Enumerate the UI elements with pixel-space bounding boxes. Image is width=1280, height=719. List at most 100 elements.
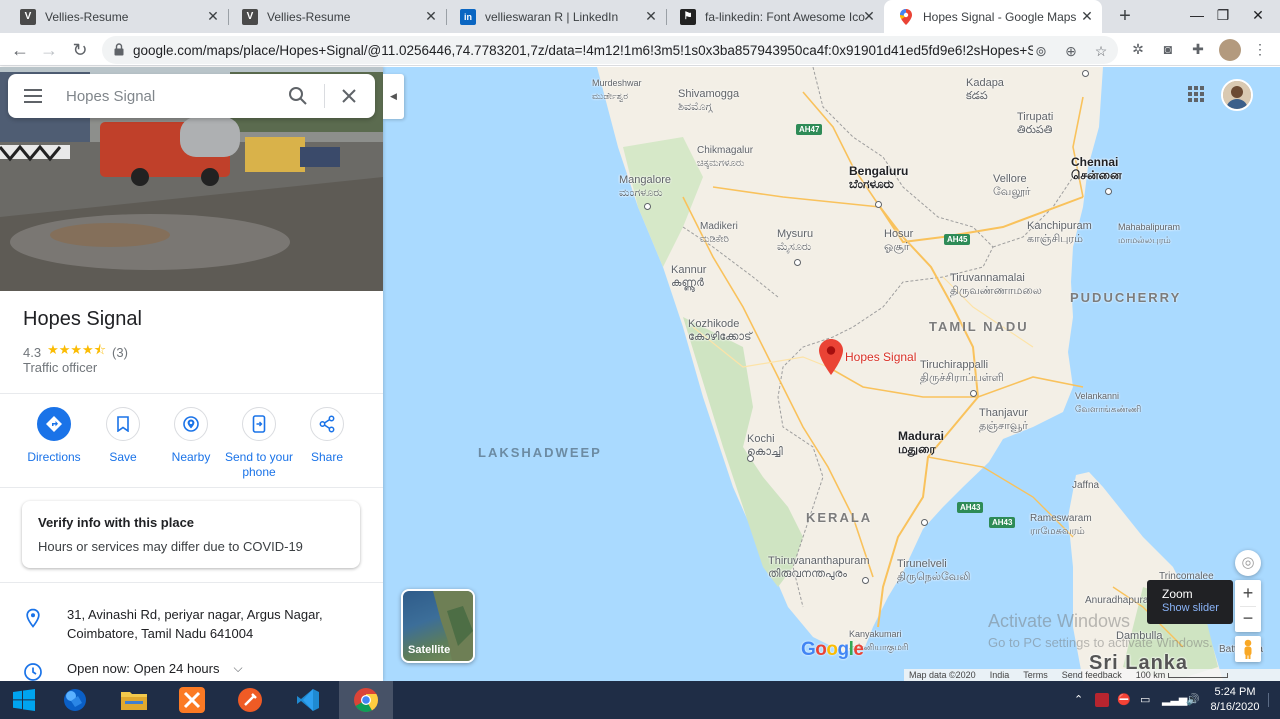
address-line-2: Coimbatore, Tamil Nadu 641004 [67,626,254,641]
city-label[interactable]: Kozhikode കോഴിക്കോട് [688,318,751,344]
location-blocked-icon[interactable]: ⊚ [1032,42,1050,60]
reload-icon[interactable]: ↻ [68,38,92,62]
city-label[interactable]: Hosur ஓசூர் [884,228,913,254]
close-icon[interactable]: ✕ [206,9,220,23]
action-label: Share [310,450,344,464]
directions-button[interactable]: Directions [18,407,90,465]
city-label[interactable]: Kadapa కడప [966,77,1004,103]
close-icon[interactable]: ✕ [644,9,658,23]
city-label[interactable]: Chikmagalur ಚಿಕ್ಕಮಗಳೂರು [697,144,753,170]
volume-icon[interactable]: 🔊 [1186,693,1200,707]
back-arrow-icon[interactable]: ← [8,38,32,62]
postman-icon[interactable] [223,681,277,719]
city-label[interactable]: Tiruchirappalli திருச்சிராப்பள்ளி [920,359,1004,385]
city-label[interactable]: Thanjavur தஞ்சாவூர் [979,407,1028,433]
city-label[interactable]: Murdeshwar ಮುರ್ಡೇಶ್ವರ [592,77,642,103]
city-dot [970,390,977,397]
hamburger-menu-icon[interactable] [24,88,42,104]
pegman-icon[interactable] [1235,636,1261,662]
scale-bar[interactable]: 100 km [1136,670,1229,680]
sea-label: LAKSHADWEEP [478,445,602,460]
camera-icon[interactable]: ◙ [1158,39,1178,59]
city-label[interactable]: Kanchipuram காஞ்சிபுரம் [1027,220,1092,246]
close-icon[interactable]: ✕ [1080,9,1094,23]
satellite-toggle[interactable]: Satellite [401,589,475,663]
city-label[interactable]: Madikeri ಮಡಿಕೇರಿ [700,220,738,246]
taskbar-clock[interactable]: 5:24 PM 8/16/2020 [1203,685,1267,715]
browser-tab[interactable]: in vellieswaran R | LinkedIn ✕ [446,0,666,33]
chevron-down-icon[interactable]: ⌵ [234,659,243,678]
search-input[interactable] [66,86,266,106]
apps-grid-icon[interactable] [1188,86,1204,102]
close-search-icon[interactable] [339,86,359,106]
show-desktop-button[interactable] [1268,693,1274,707]
profile-avatar[interactable] [1219,39,1241,61]
city-label[interactable]: Mangalore ಮಂಗಳೂರು [619,174,671,200]
collapse-panel-button[interactable]: ◀ [383,74,404,119]
city-label[interactable]: Vellore வேலூர் [993,173,1031,199]
city-dot [747,455,754,462]
xampp-icon[interactable] [165,681,219,719]
address-bar[interactable]: google.com/maps/place/Hopes+Signal/@11.0… [102,36,1118,64]
place-category[interactable]: Traffic officer [23,360,97,375]
browser-tab[interactable]: ⚑ fa-linkedin: Font Awesome Icon ✕ [666,0,884,33]
browser-tab-active[interactable]: Hopes Signal - Google Maps ✕ [884,0,1102,33]
browser-tab[interactable]: V Vellies-Resume ✕ [228,0,446,33]
city-label[interactable]: Mysuru ಮೈಸೂರು [777,228,813,254]
antivirus-icon[interactable] [1095,693,1109,707]
zoom-out-button[interactable]: − [1235,607,1261,632]
browser-toolbar: ← → ↻ google.com/maps/place/Hopes+Signal… [0,33,1280,66]
city-label[interactable]: Chennai சென்னை [1071,156,1122,182]
city-label[interactable]: Shivamogga ಶಿವಮೊಗ್ಗ [678,88,739,114]
browser-tab[interactable]: V Vellies-Resume ✕ [6,0,228,33]
zoom-in-button[interactable]: + [1235,580,1261,606]
review-count-link[interactable]: (3) [112,345,128,360]
city-label[interactable]: Velankanni வேளாங்கண்ணி [1075,390,1141,416]
city-label[interactable]: Tirupati తిరుపతి [1017,111,1053,137]
account-avatar[interactable] [1221,79,1253,111]
extension-icon[interactable]: ✲ [1128,39,1148,59]
bookmark-star-icon[interactable]: ☆ [1092,42,1110,60]
city-label[interactable]: Tiruvannamalai திருவண்ணாமலை [950,272,1042,298]
send-to-phone-button[interactable]: Send to your phone [223,407,295,480]
close-icon[interactable]: ✕ [862,9,876,23]
city-label[interactable]: Jaffna [1072,479,1099,492]
city-label[interactable]: Bengaluru ಬೆಂಗಳೂರು [849,165,908,191]
restore-icon[interactable]: ❐ [1206,0,1240,33]
skype-icon[interactable] [48,681,102,719]
close-icon[interactable]: ✕ [424,9,438,23]
file-explorer-icon[interactable] [107,681,161,719]
share-button[interactable]: Share [291,407,363,465]
send-feedback-link[interactable]: Send feedback [1062,670,1122,680]
network-status-icon[interactable]: ⛔ [1117,693,1131,707]
puzzle-icon[interactable]: ✚ [1188,39,1208,59]
highway-shield: AH43 [989,517,1016,528]
map-canvas[interactable]: TAMIL NADU KERALA PUDUCHERRY LAKSHADWEEP… [383,67,1280,681]
signal-icon[interactable]: ▂▃▅ [1162,693,1187,707]
chrome-taskbar-icon[interactable] [339,681,393,719]
save-button[interactable]: Save [87,407,159,465]
menu-kebab-icon[interactable]: ⋮ [1250,39,1270,59]
city-label[interactable]: Kannur കണ്ണൂർ [671,264,706,290]
city-label[interactable]: Mahabalipuram மாமல்லபுரம் [1118,221,1180,247]
city-label[interactable]: Madurai மதுரை [898,430,944,456]
search-icon[interactable] [288,86,308,106]
city-label[interactable]: Anuradhapura [1085,594,1148,607]
map-pin-icon[interactable] [819,339,843,375]
battery-icon[interactable]: ▭ [1140,693,1150,707]
terms-link[interactable]: Terms [1023,670,1048,680]
region-link[interactable]: India [990,670,1010,680]
forward-arrow-icon[interactable]: → [37,38,61,62]
city-label[interactable]: Thiruvananthapuram തിരുവനന്തപുരം [768,555,870,581]
nearby-button[interactable]: Nearby [155,407,227,465]
tray-overflow-icon[interactable]: ⌃ [1074,693,1083,707]
new-tab-button[interactable]: + [1114,5,1136,27]
windows-start-icon[interactable] [0,681,48,719]
pin-label[interactable]: Hopes Signal [845,350,916,364]
city-label[interactable]: Tirunelveli திருநெல்வேலி [897,558,971,584]
my-location-icon[interactable]: ◎ [1235,550,1261,576]
vscode-icon[interactable] [281,681,335,719]
window-close-icon[interactable]: ✕ [1236,0,1280,33]
city-label[interactable]: Rameswaram ராமேசுவரம் [1030,512,1092,538]
add-icon[interactable]: ⊕ [1062,42,1080,60]
